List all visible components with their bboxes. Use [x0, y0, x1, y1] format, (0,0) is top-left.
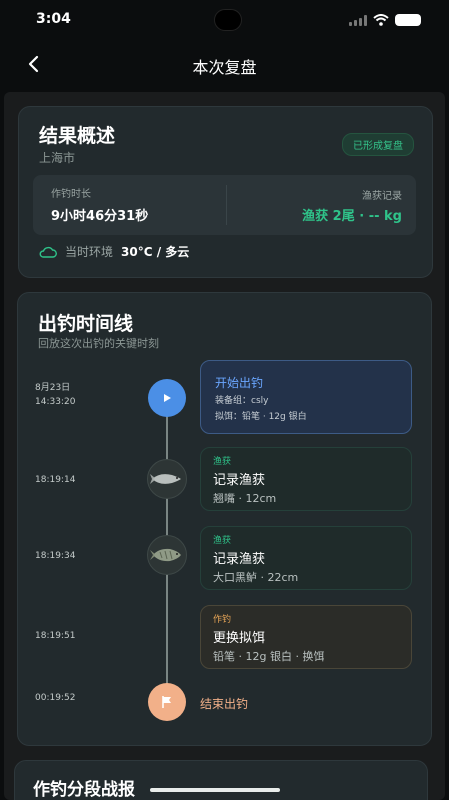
- status-badge: 已形成复盘: [342, 133, 414, 156]
- event-end-time: 00:19:52: [35, 693, 76, 703]
- nav-bar: 本次复盘: [0, 44, 449, 88]
- event-catch1-tag: 渔获: [213, 457, 232, 467]
- event-lure-detail: 铅笔 · 12g 银白 · 换饵: [213, 650, 325, 663]
- stats-divider: [226, 185, 227, 225]
- home-indicator[interactable]: [150, 788, 280, 792]
- timeline-subtitle: 回放这次出钓的关键时刻: [38, 337, 159, 350]
- summary-title: 结果概述: [39, 125, 116, 147]
- event-start-clock: 14:33:20: [35, 397, 76, 407]
- event-end-title: 结束出钓: [200, 697, 249, 711]
- segment-report-title: 作钓分段战报: [33, 780, 135, 800]
- event-catch1-title: 记录渔获: [213, 473, 266, 488]
- event-catch2-tag: 渔获: [213, 536, 232, 546]
- fish-thumbnail-icon: [147, 459, 187, 499]
- wifi-icon: [373, 14, 389, 26]
- environment-label: 当时环境: [65, 245, 114, 259]
- stats-box: 作钓时长 9小时46分31秒 渔获记录 渔获 2尾 · -- kg: [33, 175, 416, 235]
- catch-label: 渔获记录: [362, 191, 402, 202]
- event-catch1-time: 18:19:14: [35, 475, 76, 485]
- duration-label: 作钓时长: [51, 189, 91, 200]
- environment-row: 当时环境 30°C / 多云: [39, 243, 189, 260]
- event-catch1-detail: 翘嘴 · 12cm: [213, 492, 277, 505]
- event-catch1-card[interactable]: 渔获 记录渔获 翘嘴 · 12cm: [200, 447, 412, 511]
- status-time: 3:04: [36, 11, 71, 27]
- event-catch2-title: 记录渔获: [213, 552, 266, 567]
- catch-value: 渔获 2尾 · -- kg: [302, 209, 402, 224]
- timeline-title: 出钓时间线: [38, 313, 134, 335]
- page-title: 本次复盘: [192, 58, 257, 77]
- event-start-time: 8月23日 14:33:20: [35, 381, 75, 409]
- event-start-date: 8月23日: [35, 383, 71, 393]
- event-lure-title: 更换拟饵: [213, 631, 266, 646]
- segment-report-card: 作钓分段战报: [14, 760, 428, 800]
- event-lure-time: 18:19:51: [35, 631, 76, 641]
- event-catch2-card[interactable]: 渔获 记录渔获 大口黑鲈 · 22cm: [200, 526, 412, 590]
- summary-card: 结果概述 上海市 已形成复盘 作钓时长 9小时46分31秒 渔获记录 渔获 2尾…: [18, 106, 433, 278]
- environment-value: 30°C / 多云: [121, 245, 190, 259]
- camera-notch: [214, 9, 242, 31]
- summary-city: 上海市: [39, 151, 76, 165]
- play-node-icon: [148, 379, 186, 417]
- duration-value: 9小时46分31秒: [51, 209, 149, 224]
- status-bar: 3:04: [0, 0, 449, 38]
- flag-node-icon: [148, 683, 186, 721]
- event-start-title: 开始出钓: [215, 376, 264, 390]
- timeline-card: 出钓时间线 回放这次出钓的关键时刻 8月23日 14:33:20 开始出钓 装备…: [17, 292, 432, 746]
- cloud-icon: [39, 246, 57, 258]
- event-start-lure: 拟饵：铅笔 · 12g 银白: [215, 412, 307, 422]
- event-lure-card[interactable]: 作钓 更换拟饵 铅笔 · 12g 银白 · 换饵: [200, 605, 412, 669]
- event-catch2-time: 18:19:34: [35, 551, 76, 561]
- battery-icon: [395, 14, 421, 26]
- fish-thumbnail-icon: [147, 535, 187, 575]
- cellular-signal-icon: [349, 14, 367, 26]
- event-lure-tag: 作钓: [213, 615, 232, 625]
- event-start-gear: 装备组：csly: [215, 396, 269, 406]
- status-icons: [349, 14, 421, 26]
- event-catch2-detail: 大口黑鲈 · 22cm: [213, 571, 299, 584]
- event-start-card[interactable]: 开始出钓 装备组：csly 拟饵：铅笔 · 12g 银白: [200, 360, 412, 434]
